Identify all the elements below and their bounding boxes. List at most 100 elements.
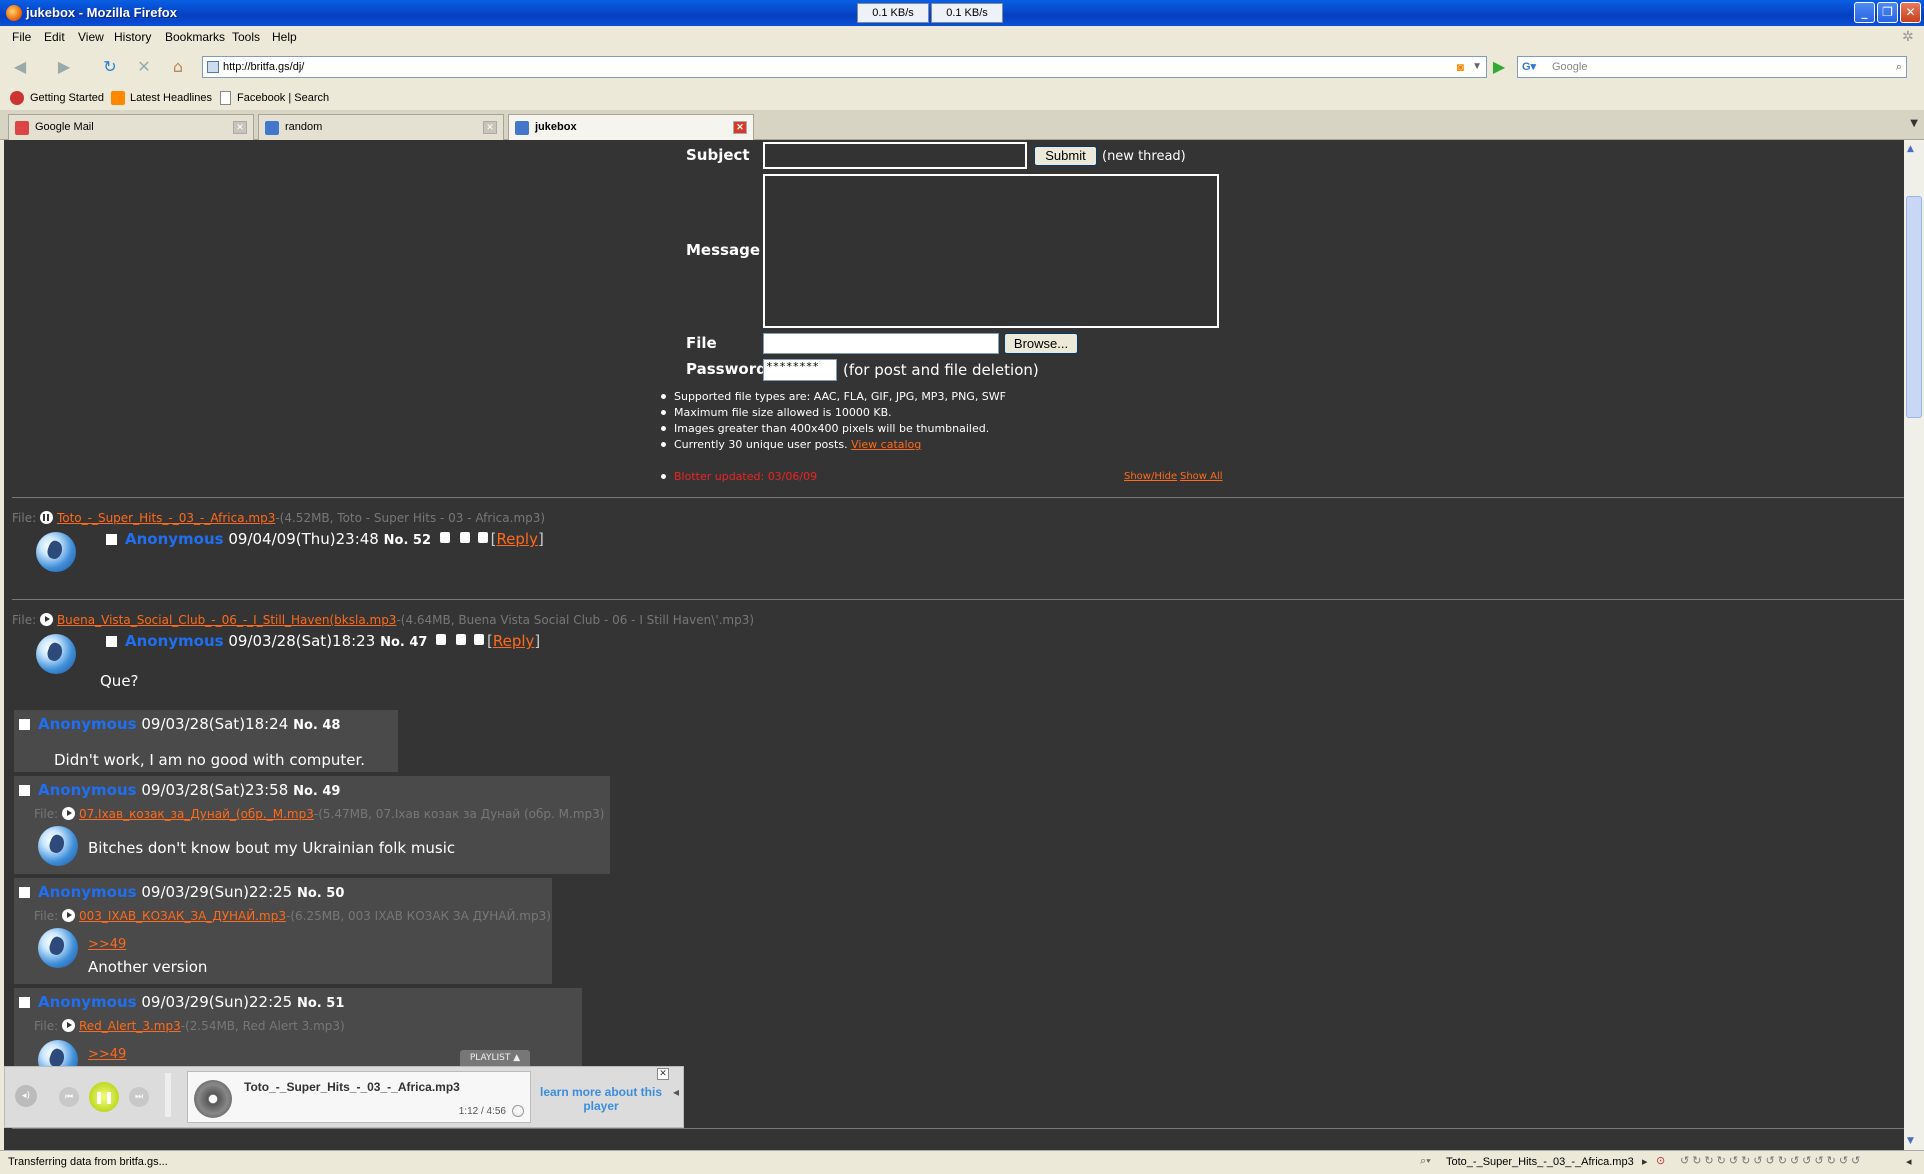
- bookmark-getting-started[interactable]: Getting Started: [30, 92, 104, 104]
- post-number[interactable]: No. 47: [380, 635, 427, 650]
- show-all-link[interactable]: Show All: [1180, 471, 1223, 482]
- thread-file-line: File: Buena_Vista_Social_Club_-_06_-_I_S…: [12, 613, 755, 627]
- post-number[interactable]: No. 52: [384, 533, 431, 548]
- message-textarea[interactable]: [763, 174, 1219, 328]
- reply-link[interactable]: Reply: [496, 530, 538, 548]
- reply-link[interactable]: Reply: [493, 632, 535, 650]
- close-tab-icon[interactable]: ✕: [483, 121, 497, 134]
- post-checkbox[interactable]: [19, 719, 30, 730]
- forward-arrow-icon[interactable]: ▶: [52, 56, 76, 80]
- next-track-icon[interactable]: ⏭: [129, 1087, 149, 1107]
- reply-file-link[interactable]: 003_ІХАВ_КОЗАК_ЗА_ДУНАЙ.mp3: [79, 909, 286, 923]
- volume-icon[interactable]: ◂): [15, 1085, 37, 1107]
- maximize-button[interactable]: ❐: [1877, 2, 1898, 23]
- volume-slider[interactable]: [165, 1073, 171, 1117]
- address-bar[interactable]: http://britfa.gs/dj/ ◙ ▼: [202, 56, 1487, 78]
- play-icon[interactable]: [61, 807, 75, 820]
- thread-file-link[interactable]: Toto_-_Super_Hits_-_03_-_Africa.mp3: [57, 511, 275, 525]
- player-close-icon[interactable]: ✕: [657, 1068, 669, 1080]
- pause-button-icon[interactable]: ❚❚: [89, 1082, 119, 1112]
- play-icon[interactable]: [61, 909, 75, 922]
- post-date: 09/03/28(Sat)23:58: [141, 781, 289, 799]
- post-checkbox[interactable]: [19, 887, 30, 898]
- pause-icon[interactable]: [39, 511, 53, 524]
- quote-link[interactable]: >>49: [88, 1047, 126, 1062]
- tab-jukebox[interactable]: jukebox ✕: [508, 114, 754, 141]
- now-playing-panel: Toto_-_Super_Hits_-_03_-_Africa.mp3 1:12…: [187, 1071, 531, 1123]
- learn-more-link[interactable]: learn more about this player: [535, 1085, 667, 1113]
- page-bookmark-icon: [220, 91, 231, 105]
- menu-bookmarks[interactable]: Bookmarks: [165, 30, 225, 44]
- status-arrow-icon[interactable]: ▸: [1642, 1155, 1648, 1168]
- post-number[interactable]: No. 48: [293, 718, 340, 733]
- show-hide-link[interactable]: Show/Hide: [1124, 471, 1177, 482]
- search-status-icon[interactable]: ⌕▾: [1420, 1155, 1431, 1168]
- thread-file-link[interactable]: Buena_Vista_Social_Club_-_06_-_I_Still_H…: [57, 613, 397, 627]
- rss-feed-icon[interactable]: ◙: [1457, 57, 1464, 77]
- subject-input[interactable]: [763, 142, 1027, 169]
- post-number[interactable]: No. 51: [297, 996, 344, 1011]
- reply-file-link[interactable]: 07.Іхав_козак_за_Дунай_(обр._М.mp3: [79, 807, 314, 821]
- thread-thumbnail[interactable]: [36, 634, 76, 674]
- reload-icon[interactable]: ↻: [98, 56, 122, 80]
- post-number[interactable]: No. 49: [293, 784, 340, 799]
- quote-link[interactable]: >>49: [88, 937, 126, 952]
- post-header: Anonymous 09/03/28(Sat)18:23 No. 47 [Rep…: [106, 632, 540, 650]
- media-controls-icon[interactable]: ↺↻↻↻↺↻↺↺↻↺↺↺↻↺↺: [1680, 1154, 1863, 1167]
- view-catalog-link[interactable]: View catalog: [851, 438, 921, 451]
- password-label: Password: [686, 360, 767, 378]
- search-magnifier-icon[interactable]: ⌕: [1896, 57, 1902, 77]
- thread-thumbnail[interactable]: [36, 532, 76, 572]
- post-checkbox[interactable]: [19, 997, 30, 1008]
- reply-thumbnail[interactable]: [38, 826, 78, 866]
- play-icon[interactable]: [39, 613, 53, 626]
- go-arrow-icon[interactable]: ▶: [1487, 56, 1511, 80]
- close-window-button[interactable]: ✕: [1900, 2, 1921, 23]
- post-number[interactable]: No. 50: [297, 886, 344, 901]
- url-dropdown-icon[interactable]: ▼: [1472, 57, 1482, 77]
- menu-history[interactable]: History: [114, 30, 151, 44]
- close-tab-icon[interactable]: ✕: [733, 121, 747, 134]
- poster-name: Anonymous: [125, 530, 224, 548]
- menu-view[interactable]: View: [78, 30, 104, 44]
- status-arrow-icon[interactable]: ◂: [1906, 1155, 1912, 1168]
- post-tool-icons[interactable]: [436, 532, 488, 544]
- reply-file-line: File: Red_Alert_3.mp3-(2.54MB, Red Alert…: [34, 1019, 345, 1033]
- tab-random[interactable]: random ✕: [258, 114, 504, 140]
- collapse-player-icon[interactable]: ◂: [673, 1085, 679, 1099]
- reply-thumbnail[interactable]: [38, 928, 78, 968]
- post-checkbox[interactable]: [19, 785, 30, 796]
- tab-google-mail[interactable]: Google Mail ✕: [8, 114, 254, 140]
- scroll-down-icon[interactable]: ▼: [1907, 1136, 1914, 1146]
- browse-button[interactable]: Browse...: [1004, 333, 1078, 354]
- reply-file-link[interactable]: Red_Alert_3.mp3: [79, 1019, 181, 1033]
- scrollbar-thumb[interactable]: [1906, 196, 1922, 418]
- vertical-scrollbar[interactable]: ▲ ▼: [1904, 140, 1924, 1150]
- close-tab-icon[interactable]: ✕: [233, 121, 247, 134]
- player-settings-icon[interactable]: [512, 1105, 524, 1117]
- scroll-up-icon[interactable]: ▲: [1907, 144, 1914, 154]
- minimize-button[interactable]: _: [1854, 2, 1875, 23]
- menu-help[interactable]: Help: [272, 30, 297, 44]
- back-arrow-icon[interactable]: ◀: [8, 56, 32, 80]
- tab-list-dropdown-icon[interactable]: ▼: [1910, 118, 1918, 129]
- play-icon[interactable]: [61, 1019, 75, 1032]
- submit-button[interactable]: Submit: [1034, 146, 1097, 166]
- post-checkbox[interactable]: [106, 636, 117, 647]
- stop-icon[interactable]: ✕: [132, 56, 156, 80]
- previous-track-icon[interactable]: ⏮: [59, 1087, 79, 1107]
- password-input[interactable]: ********: [763, 359, 837, 381]
- menu-tools[interactable]: Tools: [232, 30, 260, 44]
- status-addon-icon[interactable]: ⊙: [1656, 1154, 1665, 1167]
- post-tool-icons[interactable]: [432, 634, 485, 646]
- playlist-toggle[interactable]: PLAYLIST ▲: [460, 1050, 530, 1066]
- home-icon[interactable]: ⌂: [166, 56, 190, 80]
- bookmark-facebook-search[interactable]: Facebook | Search: [237, 92, 329, 104]
- post-checkbox[interactable]: [106, 534, 117, 545]
- menu-edit[interactable]: Edit: [44, 30, 65, 44]
- bookmark-latest-headlines[interactable]: Latest Headlines: [130, 92, 212, 104]
- menu-file[interactable]: File: [12, 30, 31, 44]
- search-input[interactable]: G▾ Google ⌕: [1517, 56, 1907, 78]
- google-engine-icon[interactable]: G▾: [1522, 57, 1536, 77]
- file-path-input[interactable]: [763, 333, 999, 354]
